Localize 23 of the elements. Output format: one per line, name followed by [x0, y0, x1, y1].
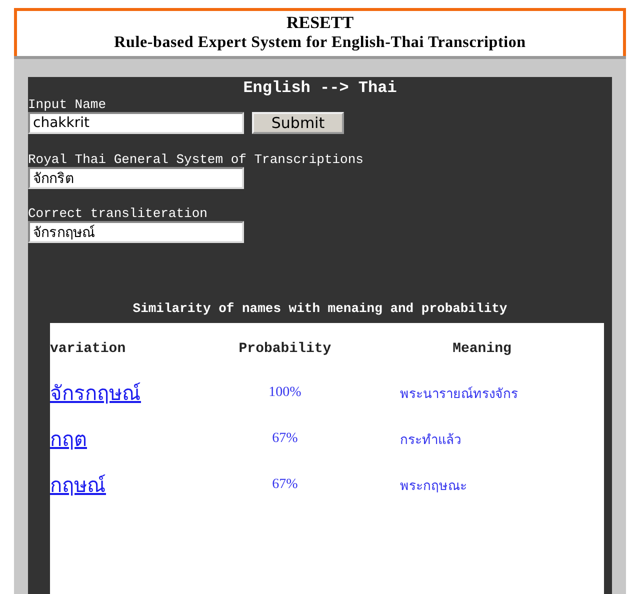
app-title: RESETT [285, 13, 355, 33]
app-subtitle: Rule-based Expert System for English-Thai Transcription [113, 33, 527, 53]
variation-link[interactable]: กฤษณ์ [50, 469, 106, 501]
panel-title: English --> Thai [242, 79, 398, 97]
column-header: Meaning [452, 341, 512, 359]
variation-link[interactable]: กฤต [50, 423, 87, 455]
meaning-cell-text: พระนารายณ์ทรงจักร [399, 386, 519, 404]
probability-cell-text: 67% [271, 431, 299, 447]
name-input-field[interactable]: chakkrit [28, 112, 244, 134]
output-field[interactable]: จักรกฤษณ์ [28, 221, 244, 243]
column-header: variation [50, 341, 127, 359]
field-label: Royal Thai General System of Transcriptions [28, 152, 364, 167]
output-field[interactable]: จักกริต [28, 167, 244, 189]
meaning-cell-text: กระทำแล้ว [399, 432, 462, 450]
field-label: Input Name [28, 97, 108, 112]
probability-cell-text: 67% [271, 477, 299, 493]
meaning-cell-text: พระกฤษณะ [399, 478, 468, 496]
probability-cell-text: 100% [268, 385, 302, 401]
variation-link[interactable]: จักรกฤษณ์ [50, 377, 141, 409]
column-header: Probability [238, 341, 332, 359]
section-title: Similarity of names with menaing and probability [132, 301, 508, 317]
submit-button[interactable]: Submit [252, 112, 344, 134]
field-label: Correct transliteration [28, 206, 208, 221]
